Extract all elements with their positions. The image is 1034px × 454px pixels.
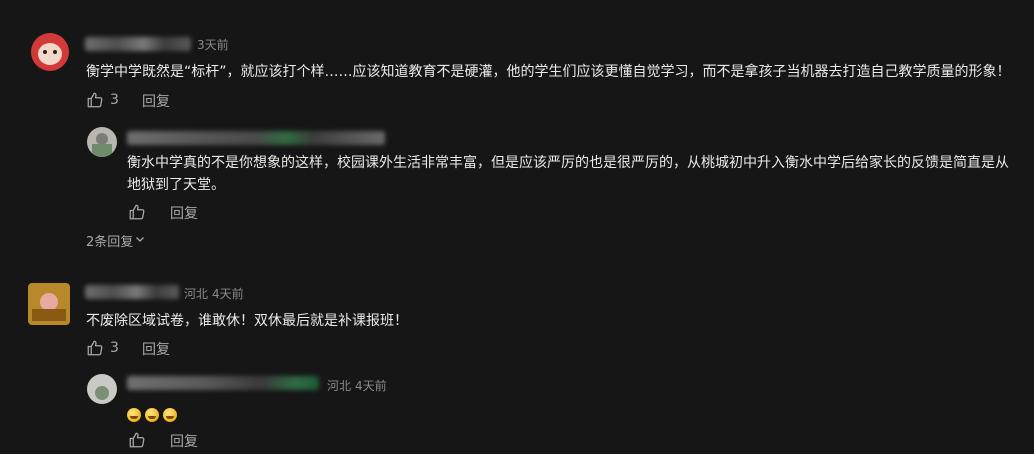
reply-button[interactable]: 回复 <box>170 203 198 223</box>
emoji-row <box>127 404 181 423</box>
reply-button[interactable]: 回复 <box>142 339 170 359</box>
like-button[interactable]: 3 <box>86 91 119 109</box>
thumbs-up-icon <box>128 431 146 449</box>
comment-text: 衡学中学既然是“标杆”，就应该打个样……应该知道教育不是硬灌，他的学生们应该更懂… <box>86 64 1011 80</box>
like-count: 3 <box>110 340 119 356</box>
comment-text: 不废除区域试卷，谁敢休！双休最后就是补课报班！ <box>86 313 408 329</box>
comment-location: 河北 <box>184 287 209 301</box>
like-count: 3 <box>110 92 119 108</box>
like-button[interactable]: 3 <box>86 339 119 357</box>
like-button[interactable] <box>128 203 146 221</box>
reply-text: 衡水中学真的不是你想象的这样，校园课外生活非常丰富，但是应该严厉的也是很严厉的，… <box>127 155 1009 193</box>
laughing-crying-emoji-icon <box>127 407 141 422</box>
username[interactable] <box>85 285 179 299</box>
reply-button[interactable]: 回复 <box>170 431 198 451</box>
avatar-eye-left <box>43 50 47 54</box>
avatar-eye-right <box>53 50 57 54</box>
avatar[interactable] <box>28 283 70 325</box>
comment-location: 河北 <box>327 379 352 393</box>
avatar-figure <box>95 386 109 400</box>
comment-time: 4天前 <box>212 287 244 301</box>
reply-button[interactable]: 回复 <box>142 91 170 111</box>
replies-count-label: 2条回复 <box>86 235 134 250</box>
username[interactable] <box>127 376 319 390</box>
thumbs-up-icon <box>86 91 104 109</box>
username[interactable] <box>127 131 385 145</box>
like-button[interactable] <box>128 431 146 449</box>
avatar-face <box>38 43 62 65</box>
avatar-body <box>92 144 112 157</box>
laughing-crying-emoji-icon <box>163 407 177 422</box>
avatar-decor <box>32 309 66 321</box>
comment-time: 3天前 <box>197 38 229 52</box>
avatar[interactable] <box>87 374 117 404</box>
chevron-down-icon <box>135 233 145 248</box>
username[interactable] <box>85 37 191 51</box>
comment-time: 4天前 <box>355 379 387 393</box>
thumbs-up-icon <box>86 339 104 357</box>
thumbs-up-icon <box>128 203 146 221</box>
expand-replies-button[interactable]: 2条回复 <box>86 231 145 250</box>
laughing-crying-emoji-icon <box>145 407 159 422</box>
avatar[interactable] <box>87 127 117 157</box>
avatar[interactable] <box>31 33 69 71</box>
